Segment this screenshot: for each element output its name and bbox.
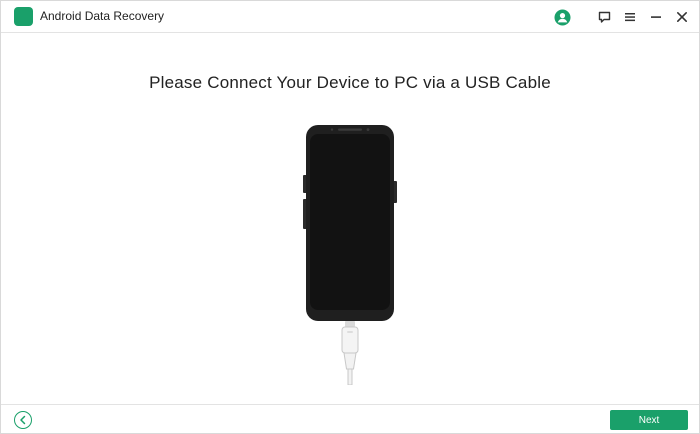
- title-bar: Android Data Recovery: [1, 1, 699, 33]
- bottom-bar: Next: [1, 404, 699, 434]
- phone-usb-illustration: [297, 125, 403, 390]
- page-heading: Please Connect Your Device to PC via a U…: [149, 73, 551, 92]
- minimize-icon[interactable]: [646, 7, 666, 27]
- app-logo: [14, 7, 33, 26]
- app-window: Android Data Recovery Please Connect You…: [0, 0, 700, 434]
- feedback-icon[interactable]: [594, 7, 614, 27]
- chevron-left-icon: [20, 415, 26, 425]
- back-button[interactable]: [14, 411, 32, 429]
- app-title: Android Data Recovery: [40, 9, 165, 23]
- main-content: Please Connect Your Device to PC via a U…: [1, 33, 699, 403]
- next-button[interactable]: Next: [610, 410, 688, 430]
- menu-icon[interactable]: [620, 7, 640, 27]
- close-icon[interactable]: [672, 7, 692, 27]
- account-icon[interactable]: [552, 7, 572, 27]
